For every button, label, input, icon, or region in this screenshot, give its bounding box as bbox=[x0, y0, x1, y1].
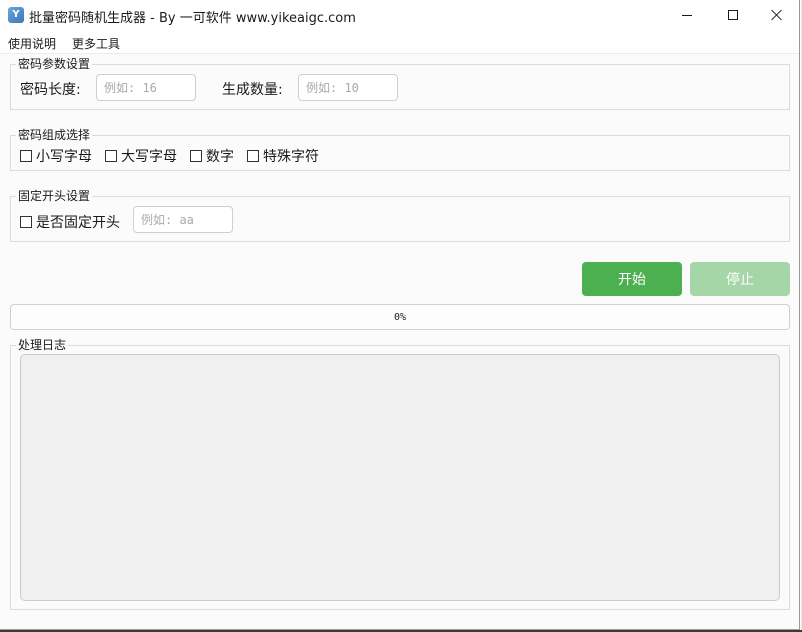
log-legend: 处理日志 bbox=[16, 338, 69, 353]
password-settings-group: 密码参数设置 密码长度: 生成数量: bbox=[10, 57, 790, 110]
window-title: 批量密码随机生成器 - By 一可软件 www.yikeaigc.com bbox=[29, 11, 356, 26]
log-group: 处理日志 bbox=[10, 338, 790, 610]
app-window: Y 批量密码随机生成器 - By 一可软件 www.yikeaigc.com 使… bbox=[0, 0, 800, 630]
checkbox-box bbox=[20, 150, 32, 162]
menu-item-more-tools[interactable]: 更多工具 bbox=[72, 35, 120, 52]
uppercase-label: 大写字母 bbox=[121, 149, 177, 165]
count-input[interactable] bbox=[298, 74, 398, 101]
checkbox-box bbox=[20, 216, 32, 228]
app-icon: Y bbox=[8, 7, 24, 23]
count-label: 生成数量: bbox=[222, 82, 283, 98]
start-button[interactable]: 开始 bbox=[582, 262, 682, 296]
maximize-button[interactable] bbox=[710, 0, 756, 30]
length-label: 密码长度: bbox=[20, 82, 81, 98]
prefix-legend: 固定开头设置 bbox=[16, 189, 93, 204]
minimize-icon bbox=[682, 14, 692, 16]
digits-checkbox[interactable]: 数字 bbox=[190, 146, 234, 166]
close-button[interactable] bbox=[754, 0, 799, 30]
progress-bar: 0% bbox=[10, 304, 790, 330]
special-chars-checkbox[interactable]: 特殊字符 bbox=[247, 146, 319, 166]
checkbox-box bbox=[190, 150, 202, 162]
fixed-prefix-label: 是否固定开头 bbox=[36, 215, 120, 231]
progress-text: 0% bbox=[393, 311, 407, 323]
prefix-group: 固定开头设置 是否固定开头 bbox=[10, 189, 790, 242]
composition-group: 密码组成选择 小写字母 大写字母 数字 特殊字符 bbox=[10, 128, 790, 171]
menu-bar: 使用说明 更多工具 bbox=[0, 30, 799, 54]
composition-legend: 密码组成选择 bbox=[16, 128, 93, 143]
minimize-button[interactable] bbox=[664, 0, 710, 30]
checkbox-box bbox=[105, 150, 117, 162]
special-chars-label: 特殊字符 bbox=[263, 149, 319, 165]
log-textarea[interactable] bbox=[20, 354, 780, 601]
title-bar: Y 批量密码随机生成器 - By 一可软件 www.yikeaigc.com bbox=[0, 0, 799, 30]
close-icon bbox=[771, 9, 783, 21]
maximize-icon bbox=[728, 10, 738, 20]
stop-button[interactable]: 停止 bbox=[690, 262, 790, 296]
lowercase-label: 小写字母 bbox=[36, 149, 92, 165]
uppercase-checkbox[interactable]: 大写字母 bbox=[105, 146, 177, 166]
fixed-prefix-checkbox[interactable]: 是否固定开头 bbox=[20, 212, 120, 232]
password-settings-legend: 密码参数设置 bbox=[16, 57, 93, 72]
length-input[interactable] bbox=[96, 74, 196, 101]
menu-item-help[interactable]: 使用说明 bbox=[8, 35, 56, 52]
digits-label: 数字 bbox=[206, 149, 234, 165]
lowercase-checkbox[interactable]: 小写字母 bbox=[20, 146, 92, 166]
prefix-input[interactable] bbox=[133, 206, 233, 233]
checkbox-box bbox=[247, 150, 259, 162]
